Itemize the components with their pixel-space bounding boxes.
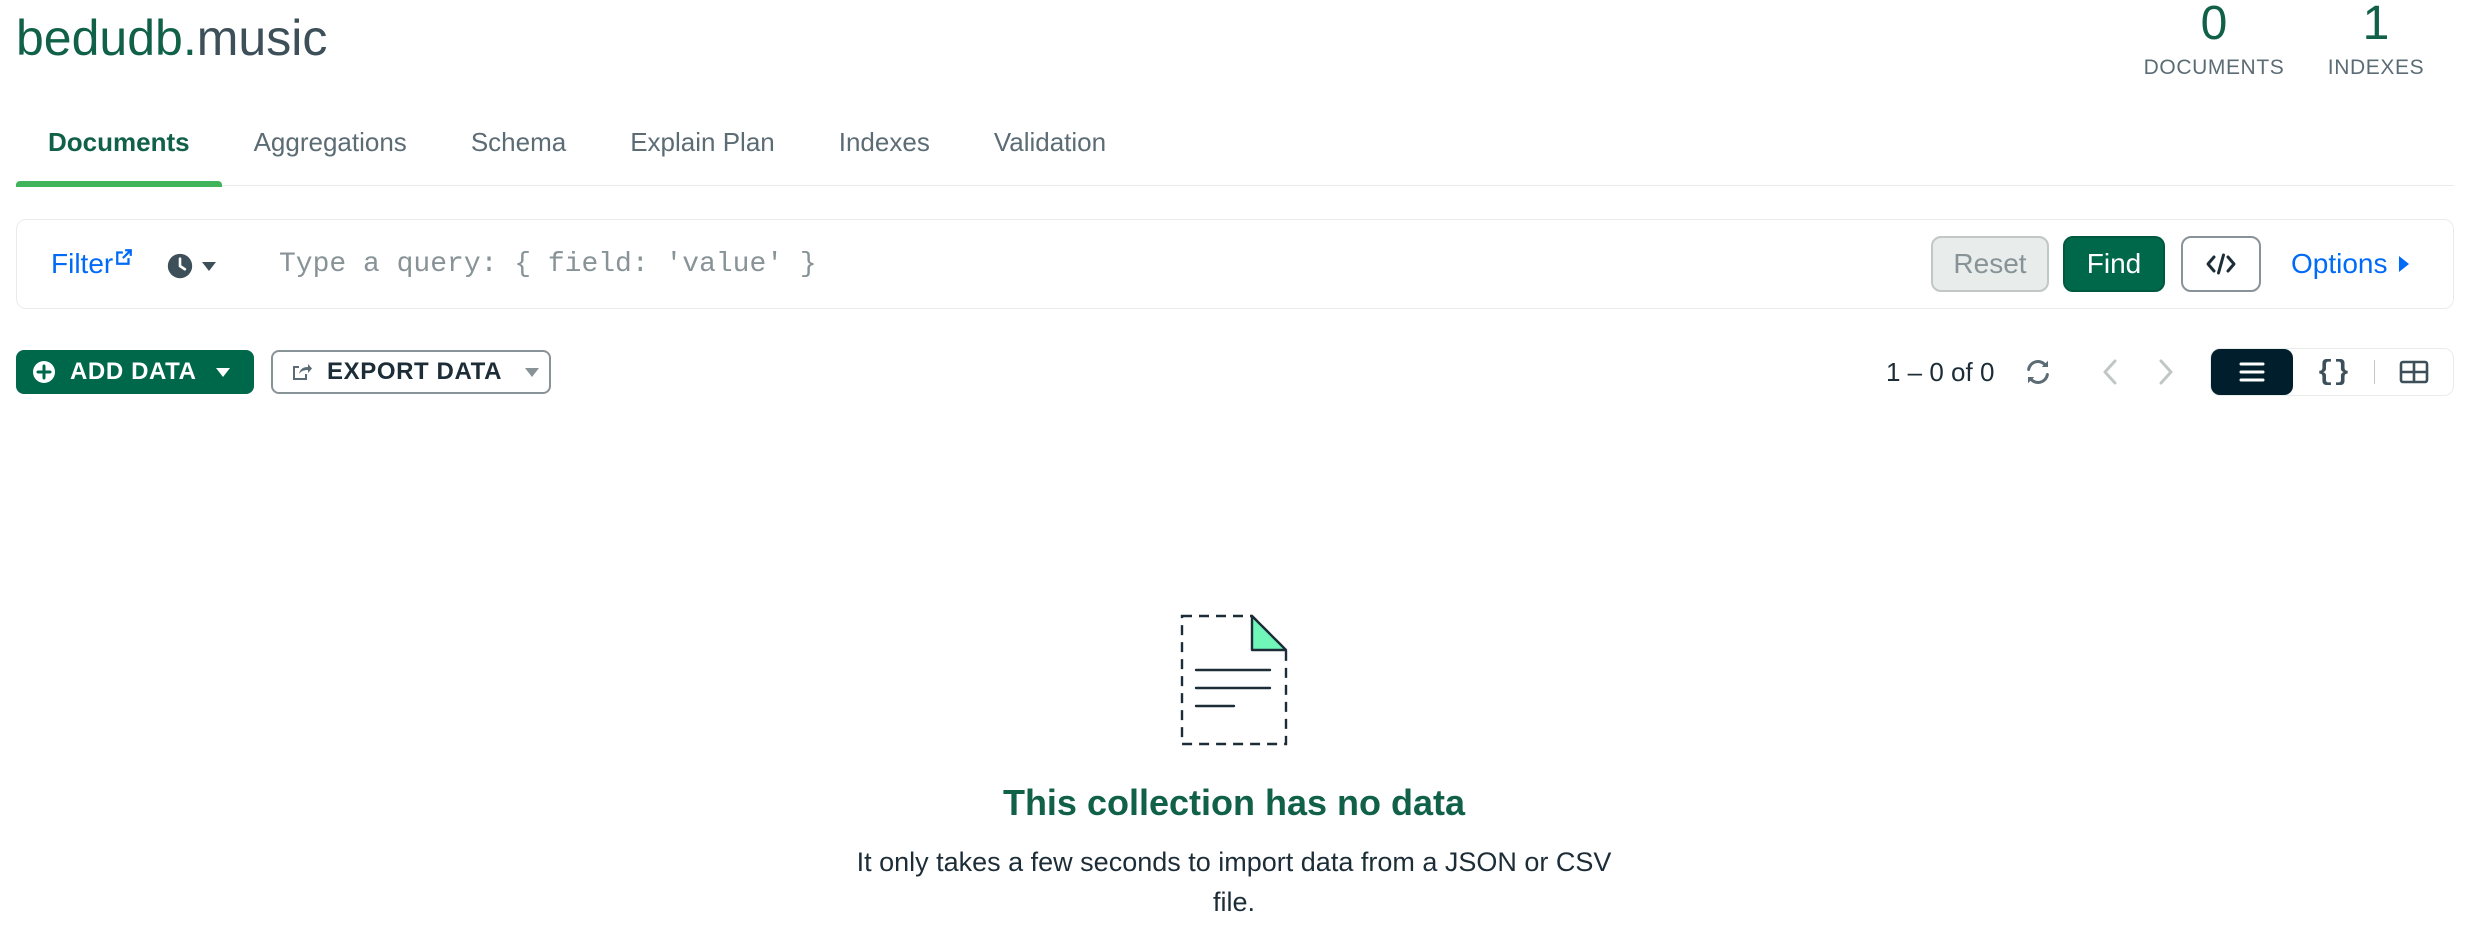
caret-down-icon	[215, 368, 230, 377]
plus-circle-icon	[33, 361, 55, 383]
query-bar: Filter Reset Find Options	[16, 219, 2454, 309]
namespace-separator: .	[182, 10, 197, 66]
table-view-button[interactable]	[2375, 349, 2453, 395]
tab-aggregations[interactable]: Aggregations	[222, 108, 439, 186]
options-label: Options	[2291, 248, 2388, 279]
empty-state-title: This collection has no data	[1002, 782, 1466, 823]
next-page-button[interactable]	[2146, 352, 2186, 392]
tab-validation[interactable]: Validation	[962, 108, 1138, 186]
add-data-label: ADD DATA	[70, 358, 197, 385]
add-data-button[interactable]: ADD DATA	[16, 350, 254, 394]
external-link-icon[interactable]	[115, 248, 133, 266]
export-data-button[interactable]: EXPORT DATA	[271, 350, 551, 394]
query-filter-input[interactable]	[279, 238, 1879, 290]
documents-count: 0	[2200, 0, 2228, 50]
caret-down-icon	[525, 368, 540, 377]
indexes-label: INDEXES	[2327, 56, 2425, 79]
documents-label: DOCUMENTS	[2143, 56, 2285, 79]
pagination-text: 1 – 0 of 0	[1886, 357, 1995, 387]
reset-button[interactable]: Reset	[1931, 236, 2049, 292]
previous-page-button[interactable]	[2090, 352, 2130, 392]
indexes-count-stat[interactable]: 1 INDEXES	[2320, 0, 2432, 80]
list-icon	[2239, 362, 2265, 382]
code-icon	[2206, 253, 2236, 275]
refresh-icon	[2027, 360, 2049, 384]
tab-explain-plan[interactable]: Explain Plan	[598, 108, 807, 186]
export-data-label: EXPORT DATA	[327, 358, 503, 385]
json-view-button[interactable]: {}	[2293, 349, 2375, 395]
clock-icon	[167, 253, 193, 279]
tab-schema[interactable]: Schema	[439, 108, 598, 186]
chevron-left-icon	[2103, 359, 2117, 385]
collection-tabs: Documents Aggregations Schema Explain Pl…	[16, 108, 2454, 187]
empty-document-icon	[1180, 614, 1288, 746]
indexes-count: 1	[2362, 0, 2390, 50]
triangle-right-icon	[2398, 256, 2409, 272]
curly-braces-icon: {}	[2316, 356, 2351, 388]
table-icon	[2399, 360, 2429, 384]
options-toggle[interactable]: Options	[2291, 244, 2410, 284]
filter-link[interactable]: Filter	[51, 244, 113, 284]
empty-state-description: It only takes a few seconds to import da…	[856, 847, 1612, 917]
documents-count-stat: 0 DOCUMENTS	[2138, 0, 2290, 80]
refresh-button[interactable]	[2018, 352, 2058, 392]
chevron-right-icon	[2159, 359, 2173, 385]
query-history-button[interactable]	[167, 248, 237, 284]
tab-indexes[interactable]: Indexes	[807, 108, 962, 186]
list-view-button[interactable]	[2211, 349, 2293, 395]
view-switcher: {}	[2210, 348, 2454, 396]
namespace-title: bedudb.music	[16, 8, 327, 68]
export-icon	[293, 364, 312, 380]
find-button[interactable]: Find	[2063, 236, 2165, 292]
database-name[interactable]: bedudb	[16, 10, 183, 66]
caret-down-icon	[202, 262, 216, 271]
tab-documents[interactable]: Documents	[16, 108, 222, 187]
collection-name: music	[196, 10, 328, 66]
export-to-language-button[interactable]	[2181, 236, 2261, 292]
